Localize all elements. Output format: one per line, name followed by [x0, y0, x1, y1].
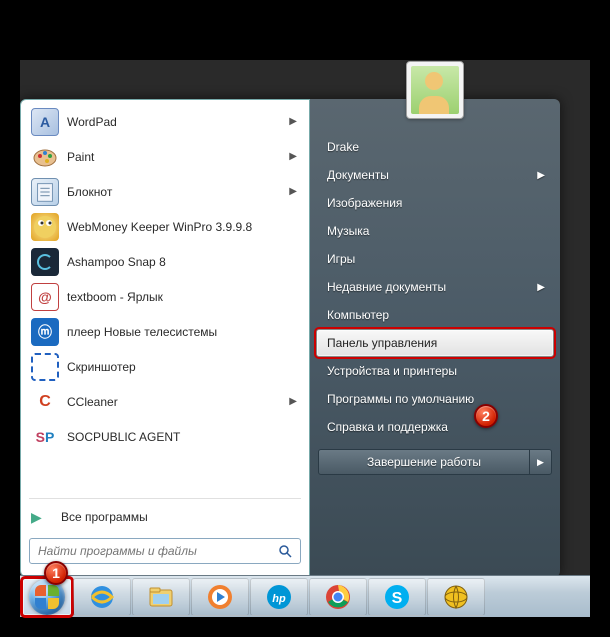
program-item-label: Скриншотер [67, 360, 136, 374]
annotation-badge-2: 2 [474, 404, 498, 428]
program-item-label: CCleaner [67, 395, 118, 409]
paint-icon [31, 143, 59, 171]
screenshoter-icon [31, 353, 59, 381]
right-item-control-panel[interactable]: Панель управления [316, 329, 554, 357]
program-item-label: SOCPUBLIC AGENT [67, 430, 180, 444]
start-menu-left-pane: A WordPad ▶ Paint ▶ Блокнот ▶ [20, 99, 310, 577]
search-input[interactable] [38, 544, 278, 558]
wordpad-icon: A [31, 108, 59, 136]
program-item-player[interactable]: ⓜ плеер Новые телесистемы [23, 314, 307, 349]
shutdown-options-arrow-icon[interactable]: ▶ [529, 450, 551, 474]
submenu-arrow-icon: ▶ [537, 282, 545, 293]
submenu-arrow-icon: ▶ [289, 186, 297, 197]
google-chrome-icon [323, 582, 353, 612]
right-item-label: Музыка [327, 224, 369, 238]
right-item-recent-documents[interactable]: Недавние документы ▶ [316, 273, 554, 301]
right-item-devices-printers[interactable]: Устройства и принтеры [316, 357, 554, 385]
program-item-ashampoo-snap[interactable]: Ashampoo Snap 8 [23, 244, 307, 279]
svg-text:hp: hp [272, 593, 286, 605]
internet-explorer-icon [87, 582, 117, 612]
submenu-arrow-icon: ▶ [537, 170, 545, 181]
screenshot-area: A WordPad ▶ Paint ▶ Блокнот ▶ [20, 60, 590, 617]
program-item-wordpad[interactable]: A WordPad ▶ [23, 104, 307, 139]
right-item-label: Документы [327, 168, 389, 182]
search-icon [278, 544, 292, 558]
taskbar: hp S [20, 575, 590, 617]
file-explorer-icon [146, 582, 176, 612]
right-item-label: Программы по умолчанию [327, 392, 474, 406]
right-pane-items: Drake Документы ▶ Изображения Музыка Игр… [310, 133, 560, 441]
right-item-label: Изображения [327, 196, 402, 210]
all-programs-arrow-icon: ▶ [31, 509, 51, 526]
windows-media-player-icon [205, 582, 235, 612]
right-item-label: Drake [327, 140, 359, 154]
right-item-label: Справка и поддержка [327, 420, 448, 434]
annotation-badge-1: 1 [44, 561, 68, 585]
submenu-arrow-icon: ▶ [289, 151, 297, 162]
user-avatar-frame[interactable] [406, 61, 464, 119]
program-item-label: textboom - Ярлык [67, 290, 163, 304]
ashampoo-snap-icon [31, 248, 59, 276]
user-avatar-icon [411, 66, 459, 114]
program-item-label: Ashampoo Snap 8 [67, 255, 166, 269]
right-item-label: Устройства и принтеры [327, 364, 457, 378]
right-item-label: Панель управления [327, 336, 437, 350]
taskbar-item-hp[interactable]: hp [250, 578, 308, 616]
program-item-label: WebMoney Keeper WinPro 3.9.9.8 [67, 220, 252, 234]
right-item-music[interactable]: Музыка [316, 217, 554, 245]
notepad-icon [31, 178, 59, 206]
taskbar-item-internet-explorer[interactable] [73, 578, 131, 616]
right-item-games[interactable]: Игры [316, 245, 554, 273]
player-icon: ⓜ [31, 318, 59, 346]
start-menu-right-pane: Drake Документы ▶ Изображения Музыка Игр… [310, 99, 560, 577]
webmoney-icon [31, 213, 59, 241]
submenu-arrow-icon: ▶ [289, 396, 297, 407]
right-item-computer[interactable]: Компьютер [316, 301, 554, 329]
opera-icon [441, 582, 471, 612]
right-item-user[interactable]: Drake [316, 133, 554, 161]
textboom-icon: @ [31, 283, 59, 311]
taskbar-item-browser[interactable] [427, 578, 485, 616]
program-item-label: плеер Новые телесистемы [67, 325, 217, 339]
taskbar-item-file-explorer[interactable] [132, 578, 190, 616]
program-item-notepad[interactable]: Блокнот ▶ [23, 174, 307, 209]
program-item-label: Paint [67, 150, 94, 164]
right-item-help-support[interactable]: Справка и поддержка [316, 413, 554, 441]
search-box[interactable] [29, 538, 301, 564]
program-item-webmoney[interactable]: WebMoney Keeper WinPro 3.9.9.8 [23, 209, 307, 244]
svg-text:S: S [392, 590, 403, 607]
right-item-label: Недавние документы [327, 280, 446, 294]
right-item-documents[interactable]: Документы ▶ [316, 161, 554, 189]
program-item-label: WordPad [67, 115, 117, 129]
separator [29, 498, 301, 499]
all-programs-label: Все программы [61, 510, 148, 524]
program-item-paint[interactable]: Paint ▶ [23, 139, 307, 174]
right-item-default-programs[interactable]: Программы по умолчанию [316, 385, 554, 413]
shutdown-button[interactable]: Завершение работы ▶ [318, 449, 552, 475]
program-item-screenshoter[interactable]: Скриншотер [23, 349, 307, 384]
skype-icon: S [382, 582, 412, 612]
taskbar-item-skype[interactable]: S [368, 578, 426, 616]
program-item-textboom[interactable]: @ textboom - Ярлык [23, 279, 307, 314]
start-menu: A WordPad ▶ Paint ▶ Блокнот ▶ [20, 99, 560, 577]
submenu-arrow-icon: ▶ [289, 116, 297, 127]
all-programs-button[interactable]: ▶ Все программы [23, 502, 307, 532]
program-item-socpublic[interactable]: SP SOCPUBLIC AGENT [23, 419, 307, 454]
right-item-label: Компьютер [327, 308, 389, 322]
socpublic-icon: SP [31, 423, 59, 451]
ccleaner-icon [31, 388, 59, 416]
program-item-label: Блокнот [67, 185, 112, 199]
pinned-program-list: A WordPad ▶ Paint ▶ Блокнот ▶ [23, 104, 307, 495]
taskbar-item-media-player[interactable] [191, 578, 249, 616]
right-item-label: Игры [327, 252, 355, 266]
right-item-pictures[interactable]: Изображения [316, 189, 554, 217]
start-button[interactable] [22, 578, 72, 616]
taskbar-item-chrome[interactable] [309, 578, 367, 616]
hp-icon: hp [264, 582, 294, 612]
program-item-ccleaner[interactable]: CCleaner ▶ [23, 384, 307, 419]
shutdown-label: Завершение работы [319, 450, 529, 474]
